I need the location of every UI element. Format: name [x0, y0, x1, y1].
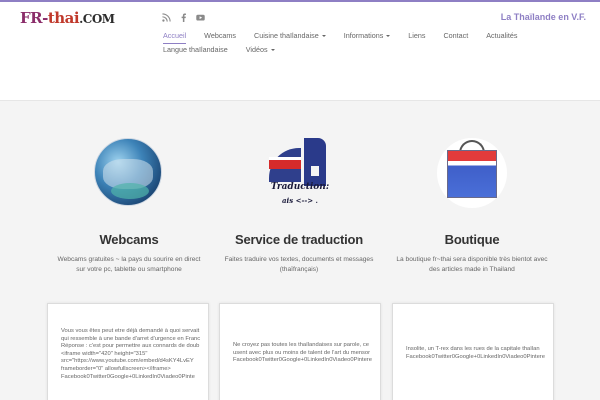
flag-shape-notch	[311, 166, 319, 176]
logo-part-thai: thai	[47, 9, 80, 27]
feature-webcams: Webcams Webcams gratuites ~ la pays du s…	[49, 138, 209, 275]
webcams-image[interactable]	[94, 138, 164, 208]
nav-item-webcams[interactable]: Webcams	[195, 30, 245, 44]
post-excerpt: Insolite, un T-rex dans les rues de la c…	[406, 346, 545, 360]
nav-label: Actualités	[486, 31, 518, 40]
nav-item-informations[interactable]: Informations	[335, 30, 400, 44]
nav-item-langue[interactable]: Langue thaïlandaise	[154, 44, 237, 58]
site-tagline: La Thaïlande en V.F.	[500, 12, 586, 22]
site-logo[interactable]: FR-thai.COM	[20, 9, 115, 27]
island-globe-image	[94, 138, 162, 206]
nav-label: Langue thaïlandaise	[163, 45, 228, 54]
logo-part-fr: FR-	[20, 9, 48, 27]
translation-logo: Traduction: ais <--> .	[264, 138, 336, 208]
translation-image[interactable]: Traduction: ais <--> .	[264, 138, 334, 208]
nav-item-liens[interactable]: Liens	[399, 30, 434, 44]
feature-description: Faites traduire vos textes, documents et…	[224, 256, 374, 273]
post-card[interactable]: Ne croyez pas toutes les thaïlandaises s…	[219, 303, 381, 400]
youtube-icon[interactable]	[196, 13, 205, 22]
feature-description: La boutique fr~thai sera disponible très…	[396, 256, 548, 273]
nav-item-contact[interactable]: Contact	[434, 30, 477, 44]
post-card[interactable]: Vous vous êtes peut etre déjà demandé à …	[47, 303, 209, 400]
nav-item-cuisine[interactable]: Cuisine thaïlandaise	[245, 30, 335, 44]
site-header: FR-thai.COM La Thaïlande en V.F. Accueil…	[0, 2, 600, 101]
nav-label: Webcams	[204, 31, 236, 40]
nav-label: Liens	[408, 31, 426, 40]
post-excerpt: Vous vous êtes peut etre déjà demandé à …	[61, 328, 201, 380]
nav-item-videos[interactable]: Vidéos	[237, 44, 284, 58]
facebook-icon[interactable]	[179, 13, 188, 22]
nav-label: Vidéos	[245, 45, 268, 54]
feature-traduction: Traduction: ais <--> . Service de traduc…	[219, 138, 379, 275]
rss-icon[interactable]	[162, 13, 171, 22]
flag-shape-red	[269, 160, 301, 169]
feature-title[interactable]: Webcams	[49, 232, 209, 247]
nav-item-actualites[interactable]: Actualités	[477, 30, 526, 44]
translation-image-caption: Traduction:	[270, 182, 330, 192]
nav-label: Accueil	[163, 31, 187, 40]
shopping-bag-icon	[437, 138, 507, 208]
feature-title[interactable]: Service de traduction	[219, 232, 379, 247]
caret-down-icon	[386, 35, 391, 38]
nav-label: Contact	[443, 31, 469, 40]
flag-shape-letter	[304, 138, 326, 186]
bag-body	[447, 150, 497, 198]
nav-item-accueil[interactable]: Accueil	[154, 30, 195, 44]
nav-label: Informations	[343, 31, 384, 40]
feature-description: Webcams gratuites ~ la pays du sourire e…	[57, 256, 201, 273]
nav-label: Cuisine thaïlandaise	[254, 31, 319, 40]
logo-part-com: .COM	[79, 12, 115, 26]
translation-image-subcaption: ais <--> .	[282, 196, 318, 205]
main-nav: Accueil Webcams Cuisine thaïlandaise Inf…	[154, 30, 594, 58]
social-links	[162, 13, 205, 22]
caret-down-icon	[321, 35, 326, 38]
feature-title[interactable]: Boutique	[392, 232, 552, 247]
post-card[interactable]: Insolite, un T-rex dans les rues de la c…	[392, 303, 554, 400]
caret-down-icon	[270, 49, 275, 52]
boutique-image[interactable]	[437, 138, 507, 208]
post-excerpt: Ne croyez pas toutes les thaïlandaises s…	[233, 342, 372, 364]
feature-boutique: Boutique La boutique fr~thai sera dispon…	[392, 138, 552, 275]
